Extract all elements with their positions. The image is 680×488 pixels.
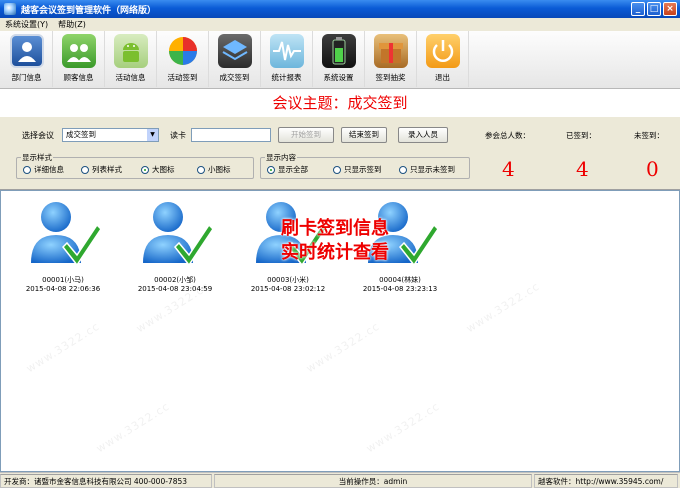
control-panel: 选择会议 成交签到 ▼ 读卡 开始签到 结束签到 录入人员 显示样式 详细信息 … — [0, 117, 680, 190]
watermark: www.3322.cc — [303, 319, 383, 376]
toolbar: 部门信息 顾客信息 活动信息 活动签到 成交签到 统计报表 系统设置 签到抽奖 … — [0, 31, 680, 89]
title-bar[interactable]: 越客会议签到管理软件（网络版） _ □ × — [0, 0, 680, 18]
app-icon — [4, 3, 16, 15]
attendee-item[interactable]: 00001(小马) 2015-04-08 22:06:36 — [8, 195, 118, 293]
promo-overlay: 刷卡签到信息 实时统计查看 — [281, 218, 389, 263]
enter-people-button[interactable]: 录入人员 — [398, 127, 448, 143]
style-list-radio[interactable]: 列表样式 — [81, 164, 122, 175]
close-button[interactable]: × — [663, 2, 677, 16]
attendee-item[interactable]: 00002(小邹) 2015-04-08 23:04:59 — [120, 195, 230, 293]
window-title: 越客会议签到管理软件（网络版） — [21, 5, 157, 16]
attendee-view: www.3322.cc www.3322.cc www.3322.cc www.… — [0, 190, 680, 472]
tool-system-settings[interactable]: 系统设置 — [313, 31, 365, 87]
total-count: 4 — [502, 157, 515, 181]
unsigned-label: 未签到： — [634, 131, 664, 140]
content-unsigned-radio[interactable]: 只显示未签到 — [399, 164, 455, 175]
signed-label: 已签到： — [566, 131, 596, 140]
tool-activity-signin[interactable]: 活动签到 — [157, 31, 209, 87]
style-small-icon-radio[interactable]: 小图标 — [197, 164, 231, 175]
battery-icon — [321, 34, 356, 68]
menu-bar: 系统设置(Y) 帮助(Z) — [0, 18, 680, 31]
select-meeting-label: 选择会议 — [22, 131, 54, 140]
menu-system-settings[interactable]: 系统设置(Y) — [0, 19, 53, 30]
display-style-group: 显示样式 详细信息 列表样式 大图标 小图标 — [16, 152, 254, 179]
tool-activity-info[interactable]: 活动信息 — [105, 31, 157, 87]
maximize-button[interactable]: □ — [647, 2, 661, 16]
card-label: 读卡 — [170, 131, 186, 140]
colorful-ball-icon — [166, 34, 200, 68]
display-content-group: 显示内容 显示全部 只显示签到 只显示未签到 — [260, 152, 470, 179]
meeting-title: 会议主题：成交签到 — [0, 89, 680, 117]
tool-lottery[interactable]: 签到抽奖 — [365, 31, 417, 87]
minimize-button[interactable]: _ — [631, 2, 645, 16]
tool-department[interactable]: 部门信息 — [1, 31, 53, 87]
content-all-radio[interactable]: 显示全部 — [267, 164, 308, 175]
gift-box-icon — [373, 34, 408, 68]
tool-deal-signin[interactable]: 成交签到 — [209, 31, 261, 87]
layers-icon — [217, 34, 252, 68]
android-icon — [113, 34, 148, 68]
watermark: www.3322.cc — [23, 319, 103, 376]
unsigned-count: 0 — [646, 157, 659, 181]
customer-icon — [61, 34, 96, 68]
chevron-down-icon[interactable]: ▼ — [147, 129, 158, 141]
power-icon — [425, 34, 460, 68]
signed-count: 4 — [576, 157, 589, 181]
style-detail-radio[interactable]: 详细信息 — [23, 164, 64, 175]
watermark: www.3322.cc — [93, 399, 173, 456]
status-bar: 开发商：诸暨市金客信息科技有限公司 400-000-7853 当前操作员：adm… — [0, 472, 680, 488]
total-label: 参会总人数： — [485, 131, 530, 140]
meeting-select[interactable]: 成交签到 ▼ — [62, 128, 159, 142]
card-input[interactable] — [191, 128, 271, 142]
waveform-icon — [269, 34, 304, 68]
style-large-icon-radio[interactable]: 大图标 — [141, 164, 175, 175]
tool-customer[interactable]: 顾客信息 — [53, 31, 105, 87]
signed-user-icon — [135, 195, 215, 273]
watermark: www.3322.cc — [463, 279, 543, 336]
tool-exit[interactable]: 退出 — [417, 31, 469, 87]
end-signin-button[interactable]: 结束签到 — [341, 127, 387, 143]
signed-user-icon — [23, 195, 103, 273]
tool-statistics[interactable]: 统计报表 — [261, 31, 313, 87]
status-operator: 当前操作员：admin — [214, 473, 532, 488]
status-developer: 开发商：诸暨市金客信息科技有限公司 400-000-7853 — [0, 473, 212, 488]
start-signin-button[interactable]: 开始签到 — [278, 127, 334, 143]
department-icon — [9, 34, 44, 68]
menu-help[interactable]: 帮助(Z) — [53, 19, 91, 30]
content-signed-radio[interactable]: 只显示签到 — [333, 164, 382, 175]
status-website: 越客软件：http://www.35945.com/ — [534, 473, 678, 488]
watermark: www.3322.cc — [363, 399, 443, 456]
